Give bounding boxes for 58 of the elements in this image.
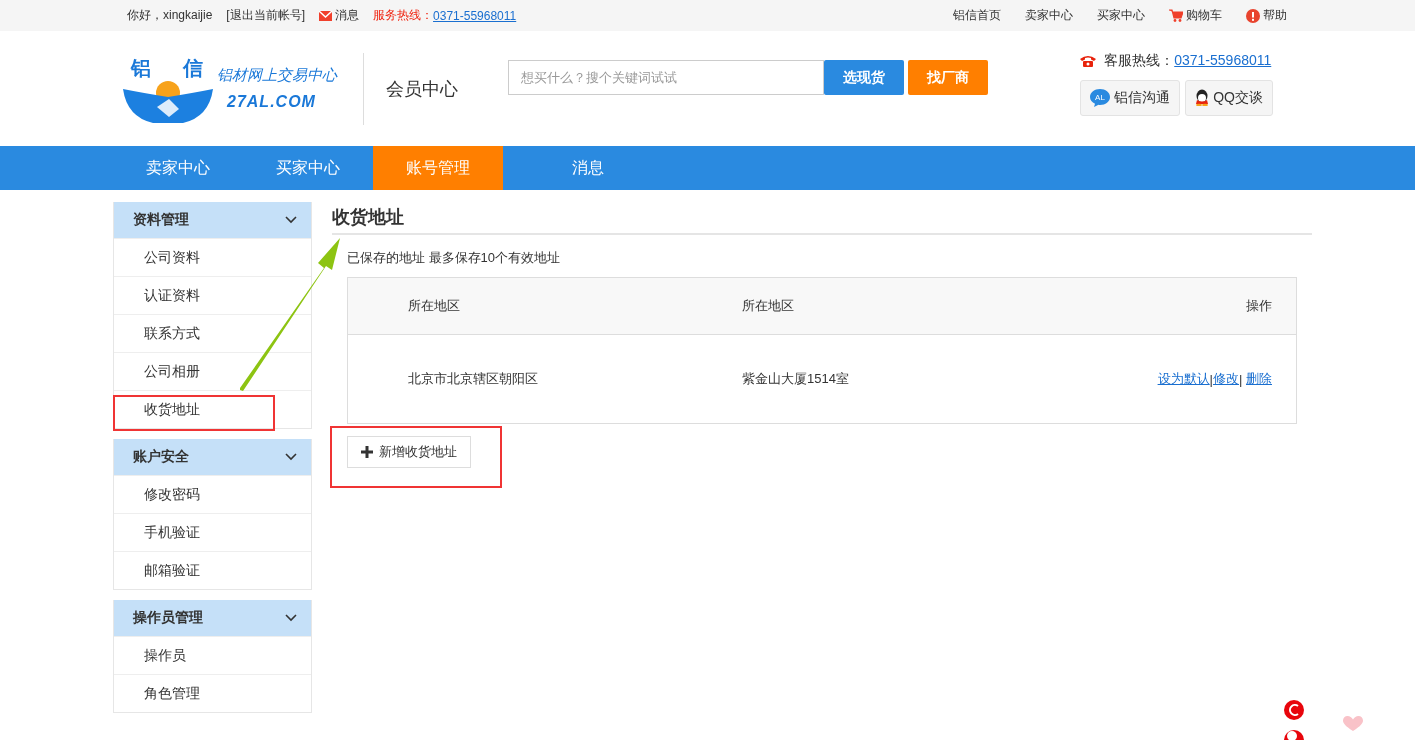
add-address-button[interactable]: 新增收货地址 [347, 436, 471, 468]
top-link[interactable]: 买家中心 [1097, 7, 1145, 24]
column-header: 所在地区 [347, 277, 741, 335]
nav-tab[interactable]: 买家中心 [243, 146, 373, 190]
top-link[interactable]: 卖家中心 [1025, 7, 1073, 24]
nav-tab[interactable]: 卖家中心 [113, 146, 243, 190]
chat-button[interactable]: AL 铝信沟通 [1080, 79, 1181, 116]
logout-link[interactable]: [退出当前帐号] [226, 7, 306, 24]
sidebar-item[interactable]: 操作员 [114, 636, 311, 674]
sidebar-item[interactable]: 手机验证 [114, 513, 311, 551]
service-number-link[interactable]: 0371-55968011 [1174, 51, 1272, 70]
service-label: 客服热线： [1104, 51, 1175, 70]
address-note: 已保存的地址 最多保存10个有效地址 [347, 249, 562, 267]
greeting-text: 你好，xingkaijie [127, 7, 213, 24]
help-link[interactable]: 帮助 [1246, 7, 1287, 24]
logo-character: 信 [183, 55, 203, 81]
plus-icon [361, 446, 373, 458]
cart-icon [1169, 9, 1183, 22]
sidebar-item[interactable]: 修改密码 [114, 475, 311, 513]
cart-link[interactable]: 购物车 [1169, 7, 1222, 24]
action-link[interactable]: 设为默认 [1157, 370, 1210, 388]
al-badge-text: AL [1095, 92, 1106, 102]
logo-domain: 27AL.COM [225, 93, 317, 111]
hotline-number-link[interactable]: 0371-55968011 [433, 7, 517, 24]
sidebar-group-header[interactable]: 账户安全 [114, 439, 311, 475]
table-cell: 北京市北京辖区朝阳区 [347, 334, 741, 424]
float-icon [1283, 728, 1305, 740]
nav-tab[interactable]: 消息 [523, 146, 653, 190]
column-header: 所在地区 [741, 277, 985, 335]
chat-button[interactable]: QQ交谈 [1185, 79, 1273, 116]
sidebar-item[interactable]: 公司资料 [114, 238, 311, 276]
copyright-icon [1283, 700, 1305, 720]
separator-text: | [1209, 371, 1213, 387]
mail-icon [319, 10, 333, 21]
logo-character: 铝 [131, 55, 151, 81]
action-link[interactable]: 删除 [1246, 370, 1272, 388]
penguin-icon [1195, 89, 1210, 106]
search-field[interactable]: 想买什么？搜个关键词试试 [508, 60, 824, 95]
handshake-logo-icon [123, 78, 213, 123]
top-link[interactable]: 铝信首页 [953, 7, 1001, 24]
messages-link[interactable]: 消息 [319, 7, 360, 24]
table-cell: 紫金山大厦1514室 [741, 334, 985, 424]
sidebar-item[interactable]: 角色管理 [114, 674, 311, 712]
phone-icon [1080, 54, 1097, 67]
hotline-label: 服务热线： [373, 7, 434, 24]
sidebar-item[interactable]: 收货地址 [114, 390, 311, 428]
action-link[interactable]: 修改 [1213, 370, 1239, 388]
sidebar-group-header[interactable]: 资料管理 [114, 202, 311, 238]
sidebar-item[interactable]: 邮箱验证 [114, 551, 311, 589]
alert-icon [1246, 8, 1260, 23]
logo-tagline: 铝材网上交易中心 [217, 66, 337, 85]
page-title: 收货地址 [332, 202, 1312, 235]
heart-icon [1343, 716, 1363, 732]
column-header: 操作 [984, 277, 1297, 335]
section-title: 会员中心 [386, 77, 459, 101]
search-button[interactable]: 选现货 [824, 60, 904, 95]
sidebar-group-header[interactable]: 操作员管理 [114, 600, 311, 636]
separator-text: | [1239, 371, 1243, 387]
